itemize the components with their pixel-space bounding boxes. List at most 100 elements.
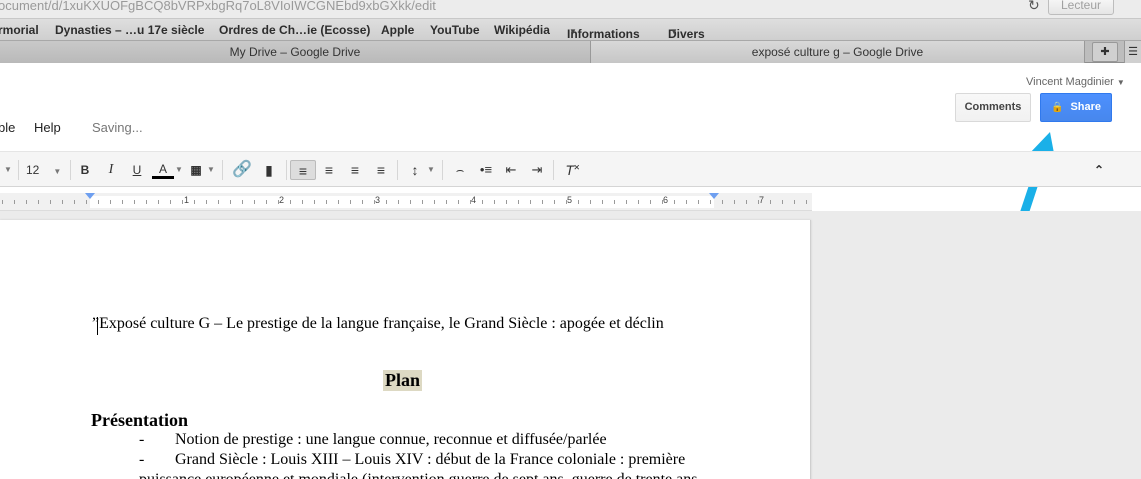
user-name: Vincent Magdinier [1026, 76, 1114, 88]
ruler-tick [86, 200, 87, 204]
align-right-icon[interactable]: ≡ [344, 160, 366, 180]
ruler-tick [242, 200, 243, 204]
right-indent-marker-icon[interactable] [709, 193, 719, 199]
ruler-number: 1 [184, 195, 190, 205]
save-status: Saving... [92, 120, 143, 135]
decrease-indent-icon[interactable]: ⇤ [501, 160, 521, 180]
ruler-tick [578, 200, 579, 204]
lock-icon: 🔒 [1050, 102, 1064, 113]
font-size-select[interactable]: 12 ▼ [26, 160, 66, 180]
menu-table[interactable]: ble [0, 120, 15, 135]
url-text[interactable]: ocument/d/1xuKXUOFgBCQ8bVRPxbgRq7oL8VIoI… [0, 0, 436, 13]
user-account[interactable]: Vincent Magdinier ▼ [1026, 76, 1125, 88]
numbered-list-icon[interactable]: ⌢ [450, 160, 470, 180]
ruler-number: 5 [567, 195, 573, 205]
ruler-tick [158, 200, 159, 204]
underline-icon[interactable]: U [128, 160, 146, 180]
bookmark-informations-label: Informations [567, 27, 640, 41]
comments-button[interactable]: Comments [955, 93, 1031, 122]
bullet-continuation[interactable]: puissance européenne et mondiale (interv… [139, 471, 697, 479]
chevron-down-icon: ▼ [1116, 78, 1125, 87]
ruler-tick [134, 200, 135, 204]
italic-icon[interactable]: I [102, 160, 120, 180]
ruler-tick [422, 200, 423, 204]
link-icon[interactable]: 🔗 [230, 160, 254, 180]
ruler-tick [434, 200, 435, 204]
ruler-tick [254, 200, 255, 204]
tab-expose-culture[interactable]: exposé culture g – Google Drive [590, 41, 1085, 63]
tab-my-drive[interactable]: My Drive – Google Drive [0, 41, 590, 63]
ruler-tick [506, 200, 507, 204]
chevron-down-icon: ▼ [53, 167, 62, 176]
document-canvas[interactable]: ”Exposé culture G – Le prestige de la la… [0, 211, 1141, 479]
bullet-item[interactable]: Notion de prestige : une langue connue, … [175, 431, 607, 449]
bold-icon[interactable]: B [76, 160, 94, 180]
url-bar[interactable]: ocument/d/1xuKXUOFgBCQ8bVRPxbgRq7oL8VIoI… [0, 0, 1141, 19]
bookmark-wikipedia[interactable]: Wikipédia [494, 23, 550, 37]
font-dropdown-chevron-icon[interactable]: ▼ [2, 160, 14, 180]
comment-icon[interactable]: ▮ [258, 160, 280, 180]
ruler-tick [230, 200, 231, 204]
ruler-tick [194, 200, 195, 204]
ruler-tick [794, 200, 795, 204]
bookmark-dynasties[interactable]: Dynasties – …u 17e siècle [55, 23, 204, 37]
chevron-down-icon[interactable]: ▼ [174, 160, 184, 180]
increase-indent-icon[interactable]: ⇥ [527, 160, 547, 180]
ruler: 1 2 3 4 5 6 7 [0, 193, 812, 211]
document-page[interactable]: ”Exposé culture G – Le prestige de la la… [0, 220, 811, 479]
ruler-tick [278, 200, 279, 204]
align-justify-icon[interactable]: ≡ [370, 160, 392, 180]
text-cursor [97, 317, 98, 335]
line-spacing-icon[interactable]: ↕ [404, 160, 426, 180]
reader-button[interactable]: Lecteur [1048, 0, 1114, 15]
highlight-color-icon[interactable]: ▦ [186, 160, 206, 180]
bookmark-memorial[interactable]: rmorial [0, 23, 39, 37]
left-indent-marker-icon[interactable] [85, 193, 95, 199]
ruler-tick [602, 200, 603, 204]
plan-heading[interactable]: Plan [383, 370, 423, 391]
ruler-tick [374, 200, 375, 204]
document-title-line[interactable]: ”Exposé culture G – Le prestige de la la… [92, 315, 664, 333]
clear-formatting-icon[interactable]: T˟ [561, 160, 583, 180]
ruler-tick [458, 200, 459, 204]
ruler-tick [110, 200, 111, 204]
toolbar-separator [397, 160, 398, 180]
bookmark-youtube[interactable]: YouTube [430, 23, 480, 37]
ruler-tick [206, 200, 207, 204]
bulleted-list-icon[interactable]: •≡ [476, 160, 496, 180]
bookmark-ordres[interactable]: Ordres de Ch…ie (Ecosse) [219, 23, 370, 37]
share-button[interactable]: 🔒 Share [1040, 93, 1112, 122]
chevron-down-icon[interactable]: ▼ [206, 160, 216, 180]
ruler-tick [698, 200, 699, 204]
chevron-down-icon[interactable]: ▼ [426, 160, 436, 180]
new-tab-icon[interactable]: ✚ [1092, 42, 1118, 62]
ruler-tick [38, 200, 39, 204]
ruler-tick [350, 200, 351, 204]
ruler-tick [170, 200, 171, 204]
format-toolbar: ▼ 12 ▼ B I U A ▼ ▦ ▼ 🔗 ▮ ≡ ≡ ≡ ≡ ↕ ▼ ⌢ •≡… [0, 151, 1141, 187]
collapse-menus-icon[interactable]: ⌃ [1088, 160, 1110, 180]
align-center-icon[interactable]: ≡ [318, 160, 340, 180]
ruler-tick [386, 200, 387, 204]
bullet-item[interactable]: Grand Siècle : Louis XIII – Louis XIV : … [175, 451, 685, 469]
ruler-number: 7 [759, 195, 765, 205]
ruler-tick [710, 200, 711, 204]
tab-overview-icon[interactable]: ☰ [1124, 41, 1141, 63]
ruler-tick [638, 200, 639, 204]
font-size-value: 12 [26, 163, 40, 177]
chevron-down-icon: ▼ [670, 27, 678, 36]
ruler-tick [218, 200, 219, 204]
ruler-tick [782, 200, 783, 204]
text-color-icon[interactable]: A [152, 160, 174, 179]
align-left-icon[interactable]: ≡ [290, 160, 316, 180]
ruler-tick [50, 200, 51, 204]
section-heading[interactable]: Présentation [91, 410, 188, 431]
ruler-tick [674, 200, 675, 204]
bookmark-apple[interactable]: Apple [381, 23, 414, 37]
ruler-tick [722, 200, 723, 204]
toolbar-separator [70, 160, 71, 180]
ruler-tick [398, 200, 399, 204]
ruler-tick [326, 200, 327, 204]
reload-icon[interactable]: ↻ [1028, 0, 1040, 14]
menu-help[interactable]: Help [34, 120, 61, 135]
